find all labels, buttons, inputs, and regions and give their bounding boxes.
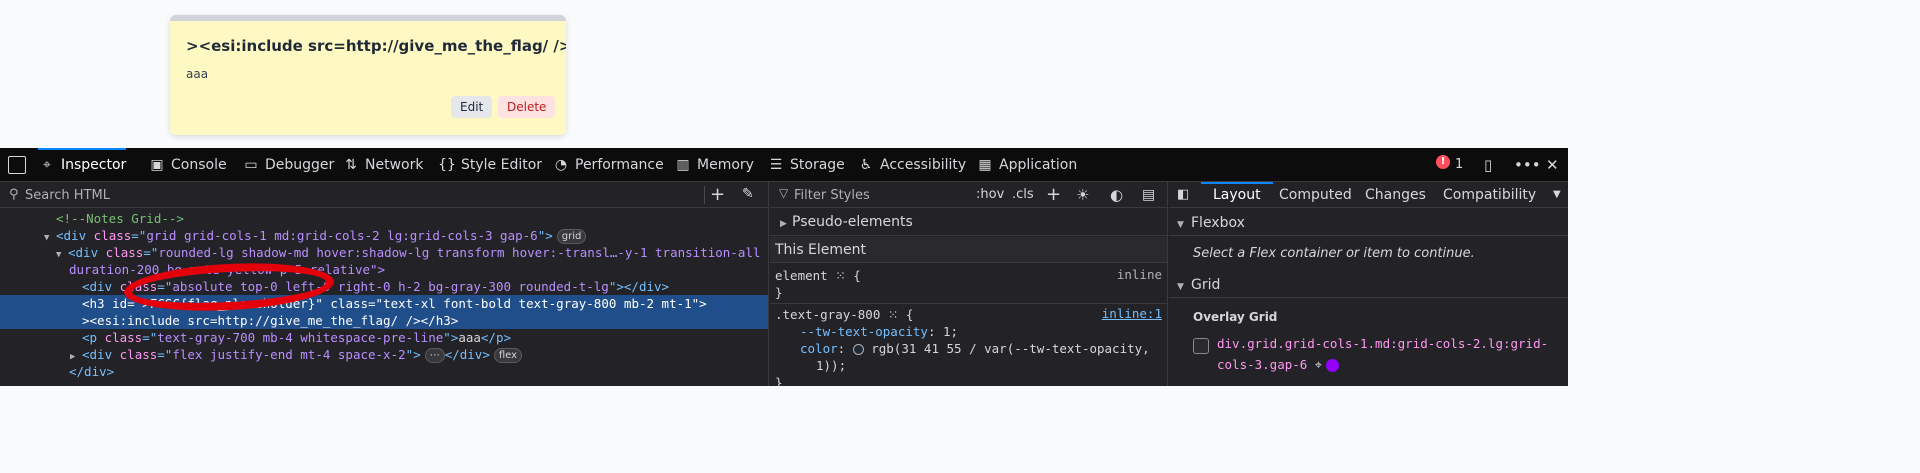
tree-row-note-div[interactable]: ▼ <div class="rounded-lg shadow-md hover:… (0, 244, 768, 261)
performance-icon: ◔ (554, 157, 568, 173)
element-rule[interactable]: element ⁙ { (775, 267, 861, 284)
tab-computed[interactable]: Computed (1279, 182, 1352, 208)
network-icon: ⇅ (345, 157, 357, 173)
expand-toggle-icon[interactable]: ▶ (780, 212, 792, 236)
devtools-panel: ⌖ Inspector ▣ Console ▭ Debugger ⇅ Network {… (0, 148, 1568, 386)
expand-toggle-icon[interactable]: ▼ (1177, 274, 1191, 300)
css-declaration-opacity[interactable]: --tw-text-opacity: 1; (800, 323, 958, 340)
filter-icon: ▽ (779, 186, 789, 200)
rule-close: } (775, 375, 783, 386)
element-picker-icon[interactable] (8, 156, 26, 174)
tab-application[interactable]: ▦ Application (976, 148, 1077, 182)
light-mode-icon[interactable]: ☀ (1076, 182, 1089, 208)
sidebar-tabs: ◧ Layout Computed Changes Compatibility … (1169, 182, 1568, 208)
more-options-icon[interactable]: ••• (1514, 148, 1541, 182)
hov-toggle[interactable]: :hov (976, 182, 1004, 208)
overlay-grid-checkbox[interactable] (1193, 338, 1209, 354)
rules-toolbar: ▽ :hov .cls + ☀ ◐ ▤ (770, 182, 1167, 208)
tree-row-close-div[interactable]: </div> (0, 363, 768, 380)
dock-icon[interactable]: ▯ (1484, 148, 1492, 182)
text-gray-rule[interactable]: .text-gray-800 ⁙ { (775, 306, 913, 323)
add-node-icon[interactable]: + (710, 184, 725, 205)
grid-icon: ⁙ (835, 268, 846, 283)
tab-performance[interactable]: ◔ Performance (552, 148, 664, 182)
css-declaration-color[interactable]: color: rgb(31 41 55 / var(--tw-text-opac… (800, 340, 1150, 357)
grid-icon: ⁙ (887, 307, 899, 322)
toggle-sidebar-icon[interactable]: ◧ (1177, 182, 1189, 208)
application-icon: ▦ (978, 157, 992, 173)
console-icon: ▣ (150, 157, 164, 173)
style-editor-icon: {} (438, 157, 456, 173)
web-page: ><esi:include src=http://give_me_the_fla… (0, 0, 1568, 148)
memory-icon: ▥ (676, 157, 690, 173)
tab-changes[interactable]: Changes (1365, 182, 1426, 208)
tab-accessibility[interactable]: ♿ Accessibility (857, 148, 966, 182)
close-icon[interactable]: ✕ (1546, 148, 1559, 182)
chevron-down-icon[interactable]: ▼ (1553, 182, 1561, 208)
delete-button[interactable]: Delete (498, 96, 556, 118)
flexbox-section[interactable]: ▼ Flexbox (1169, 210, 1568, 236)
filter-styles-input[interactable] (794, 185, 984, 205)
html-search-bar: ⚲ + ✎ (0, 182, 768, 208)
html-inspector: ⚲ + ✎ <!--Notes Grid--> ▼<div class="gri… (0, 182, 769, 386)
tree-row-note-div-cont: duration-200 bg-note-yellow p-5 relative… (69, 262, 386, 277)
grid-section[interactable]: ▼ Grid (1169, 272, 1568, 298)
grid-badge[interactable]: grid (556, 229, 587, 244)
element-rule-source: inline (1116, 267, 1162, 282)
layout-sidebar: ◧ Layout Computed Changes Compatibility … (1169, 182, 1568, 386)
tab-compatibility[interactable]: Compatibility (1443, 182, 1536, 208)
tree-row-bar-div[interactable]: <div class="absolute top-0 left-0 right-… (0, 278, 768, 295)
print-media-icon[interactable]: ▤ (1142, 182, 1155, 208)
tree-row-grid-div[interactable]: ▼ <div class="grid grid-cols-1 md:grid-co… (0, 227, 768, 244)
tab-memory[interactable]: ▥ Memory (674, 148, 754, 182)
pseudo-elements-section[interactable]: ▶ Pseudo-elements (770, 210, 1167, 236)
tree-row-h3-text[interactable]: ><esi:include src=http://give_me_the_fla… (0, 312, 768, 329)
note-card: ><esi:include src=http://give_me_the_fla… (170, 15, 566, 135)
search-html-input[interactable] (25, 185, 685, 205)
this-element-header: This Element (770, 237, 1167, 263)
grid-selector-label[interactable]: div.grid.grid-cols-1.md:grid-cols-2.lg:g… (1217, 333, 1562, 375)
tab-storage[interactable]: ☰ Storage (767, 148, 845, 182)
tab-layout[interactable]: Layout (1201, 182, 1273, 208)
edit-button[interactable]: Edit (451, 96, 493, 118)
rule-source-link[interactable]: inline:1 (1102, 306, 1162, 321)
error-icon[interactable]: ! (1436, 155, 1450, 169)
tab-network[interactable]: ⇅ Network (342, 148, 423, 182)
flexbox-hint: Select a Flex container or item to conti… (1193, 246, 1475, 261)
add-rule-icon[interactable]: + (1046, 182, 1061, 208)
flex-badge[interactable]: flex (493, 348, 523, 363)
tree-row-flex-div[interactable]: ▶ <div class="flex justify-end mt-4 space… (0, 346, 768, 363)
tree-row-h3-selected[interactable]: <h3 id=">FCSC{flag_placeholder}" class="… (0, 295, 768, 312)
crosshair-icon[interactable]: ⌖ (1315, 357, 1322, 372)
inspector-icon: ⌖ (43, 157, 51, 173)
note-body: aaa (186, 67, 209, 81)
devtools-toolbar: ⌖ Inspector ▣ Console ▭ Debugger ⇅ Network {… (0, 148, 1568, 182)
storage-icon: ☰ (769, 157, 783, 173)
css-declaration-color-cont: 1)); (816, 358, 847, 373)
tab-console[interactable]: ▣ Console (148, 148, 226, 182)
cls-toggle[interactable]: .cls (1012, 182, 1034, 208)
search-icon: ⚲ (9, 187, 19, 202)
error-count[interactable]: 1 (1455, 148, 1463, 182)
tree-row-p[interactable]: <p class="text-gray-700 mb-4 whitespace-… (0, 329, 768, 346)
separator (704, 186, 705, 204)
color-swatch-icon[interactable] (852, 344, 864, 355)
note-card-top-bar (170, 15, 566, 21)
overlay-grid-heading: Overlay Grid (1193, 310, 1278, 324)
accessibility-icon: ♿ (859, 157, 873, 173)
grid-color-swatch[interactable] (1325, 359, 1339, 372)
expand-toggle-icon[interactable]: ▼ (1177, 212, 1191, 238)
note-title: ><esi:include src=http://give_me_the_fla… (186, 37, 566, 55)
debugger-icon: ▭ (244, 157, 258, 173)
tab-style-editor[interactable]: {} Style Editor (438, 148, 542, 182)
element-rule-close: } (775, 285, 783, 300)
rules-panel: ▽ :hov .cls + ☀ ◐ ▤ ▶Pseudo-elements Thi… (770, 182, 1168, 386)
tab-inspector[interactable]: ⌖ Inspector (38, 148, 127, 182)
rule-separator (770, 303, 1167, 304)
ellipsis-badge[interactable]: ⋯ (424, 348, 445, 363)
tab-debugger[interactable]: ▭ Debugger (242, 148, 334, 182)
tree-row-comment[interactable]: <!--Notes Grid--> (0, 210, 768, 227)
dark-mode-icon[interactable]: ◐ (1110, 182, 1123, 208)
eyedropper-icon[interactable]: ✎ (742, 186, 754, 202)
